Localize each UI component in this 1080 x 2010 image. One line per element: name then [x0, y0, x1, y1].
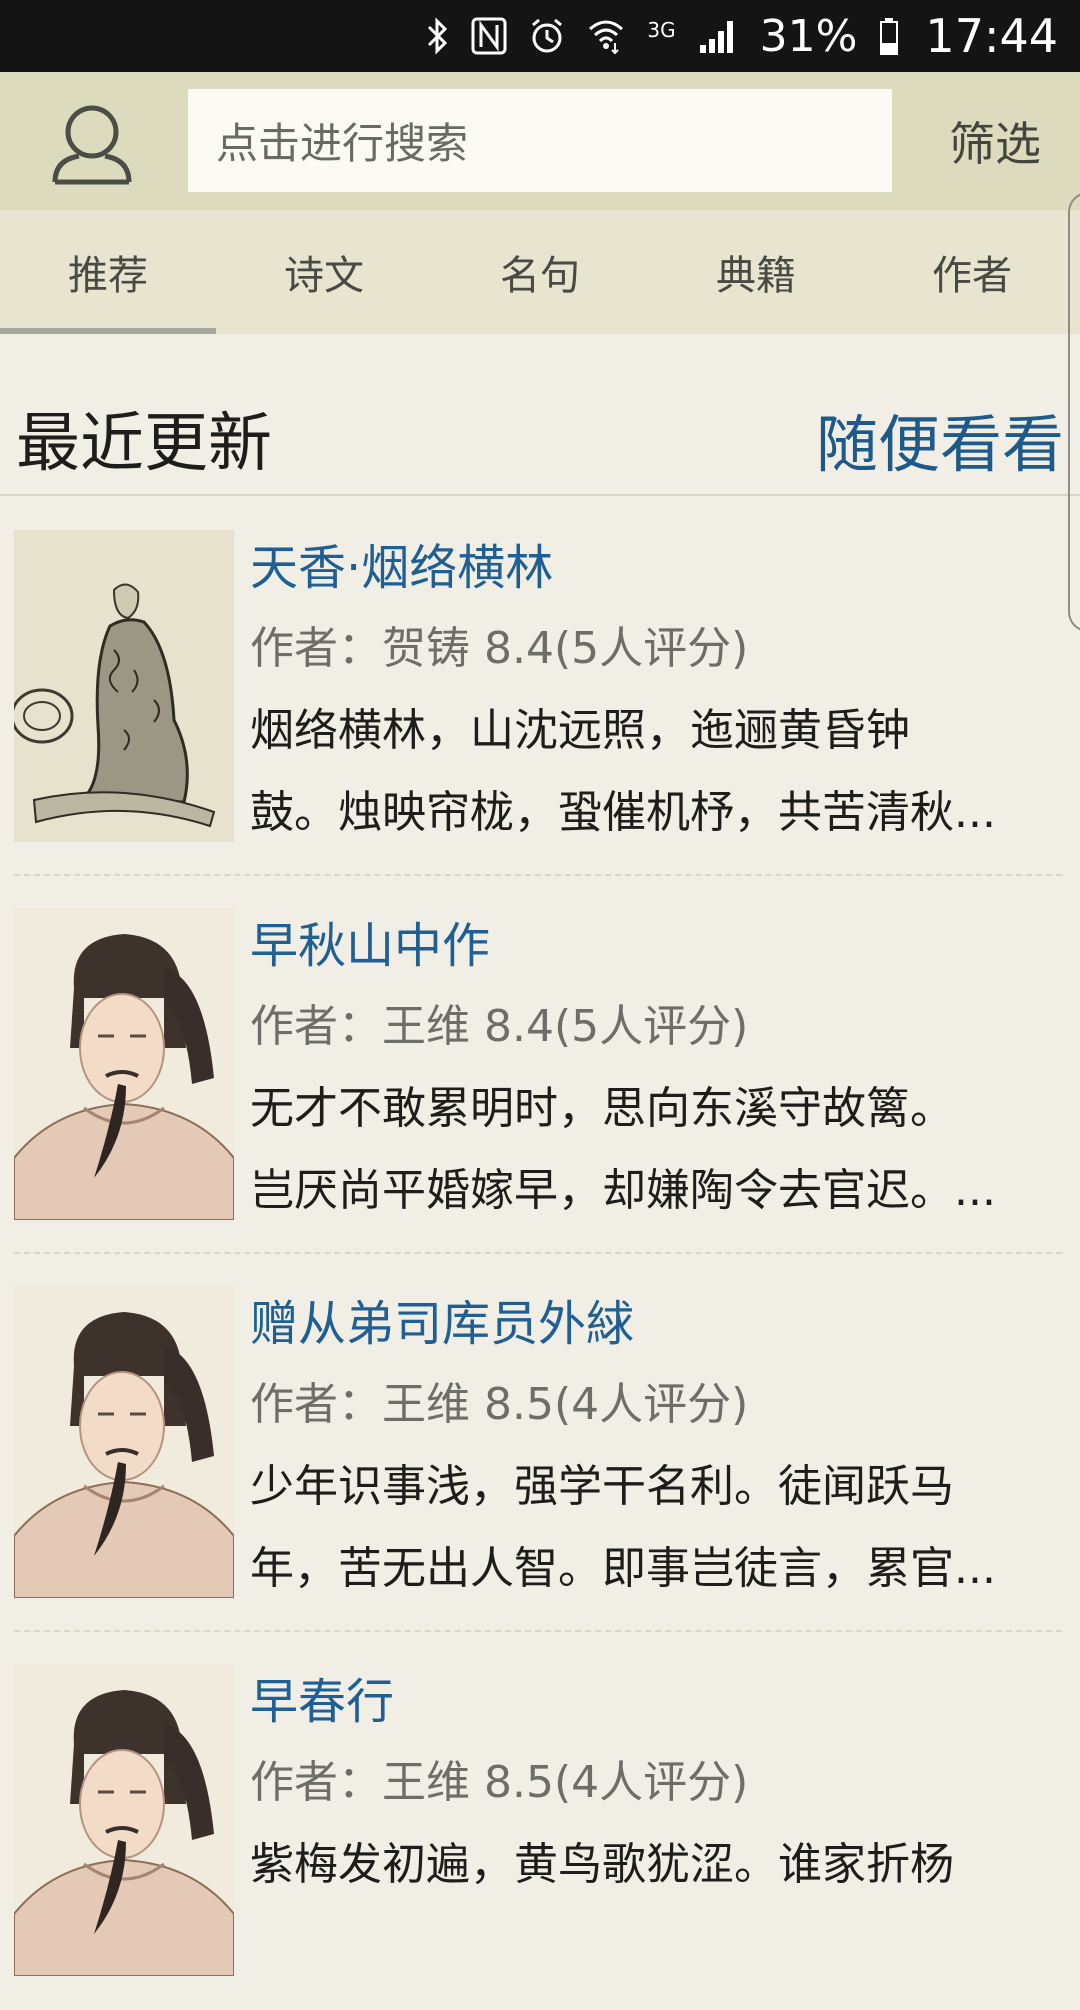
tab-poems[interactable]: 诗文: [216, 210, 432, 334]
search-placeholder: 点击进行搜索: [216, 119, 469, 168]
search-input[interactable]: 点击进行搜索: [188, 89, 892, 192]
poem-thumbnail: [14, 1664, 234, 1976]
list-item[interactable]: 赠从弟司库员外絿 作者：王维 8.5(4人评分) 少年识事浅，强学干名利。徒闻跃…: [0, 1254, 1080, 1632]
poem-thumbnail: [14, 1286, 234, 1598]
profile-button[interactable]: [40, 96, 144, 192]
poem-excerpt-line-1: 少年识事浅，强学干名利。徒闻跃马: [250, 1461, 954, 1512]
signal-icon: [698, 16, 738, 56]
poem-list: 天香·烟络横林 作者：贺铸 8.4(5人评分) 烟络横林，山沈远照，迤逦黄昏钟 …: [0, 498, 1080, 2010]
poem-title[interactable]: 早秋山中作: [250, 906, 490, 976]
network-type-label: 3G: [647, 18, 676, 42]
author-portrait-image: [14, 1286, 234, 1598]
sketch-figure-image: [14, 530, 234, 842]
alarm-icon: [529, 16, 565, 56]
author-portrait-image: [14, 1664, 234, 1976]
poem-excerpt-line-2: 鼓。烛映帘栊，蛩催机杼，共苦清秋...: [250, 787, 996, 838]
list-item[interactable]: 天香·烟络横林 作者：贺铸 8.4(5人评分) 烟络横林，山沈远照，迤逦黄昏钟 …: [0, 498, 1080, 876]
poem-author-rating: 作者：王维 8.5(4人评分): [250, 1379, 749, 1430]
poem-excerpt-line-1: 无才不敢累明时，思向东溪守故篱。: [250, 1083, 954, 1134]
wifi-icon: [587, 16, 625, 56]
clock: 17:44: [925, 9, 1058, 63]
poem-author-rating: 作者：王维 8.5(4人评分): [250, 1757, 749, 1808]
section-header: 最近更新 随便看看: [0, 334, 1080, 496]
tab-bar: 推荐 诗文 名句 典籍 作者: [0, 210, 1080, 334]
poem-excerpt-line-2: 岂厌尚平婚嫁早，却嫌陶令去官迟。...: [250, 1165, 996, 1216]
poem-thumbnail: [14, 908, 234, 1220]
author-portrait-image: [14, 908, 234, 1220]
list-item[interactable]: 早秋山中作 作者：王维 8.4(5人评分) 无才不敢累明时，思向东溪守故篱。 岂…: [0, 876, 1080, 1254]
network-type: 3G: [647, 16, 675, 56]
poem-title[interactable]: 早春行: [250, 1662, 394, 1732]
random-browse-link[interactable]: 随便看看: [816, 394, 1064, 484]
poem-excerpt-line-1: 紫梅发初遍，黄鸟歌犹涩。谁家折杨: [250, 1839, 954, 1890]
poem-author-rating: 作者：王维 8.4(5人评分): [250, 1001, 749, 1052]
tab-authors[interactable]: 作者: [864, 210, 1080, 334]
section-title: 最近更新: [16, 407, 272, 481]
app-header: 点击进行搜索 筛选: [0, 72, 1080, 210]
tab-classics[interactable]: 典籍: [648, 210, 864, 334]
filter-button[interactable]: 筛选: [910, 72, 1080, 210]
tab-famous-lines[interactable]: 名句: [432, 210, 648, 334]
poem-excerpt-line-2: 年，苦无出人智。即事岂徒言，累官...: [250, 1543, 996, 1594]
nfc-icon: [471, 16, 507, 56]
poem-excerpt-line-1: 烟络横林，山沈远照，迤逦黄昏钟: [250, 705, 910, 756]
poem-thumbnail: [14, 530, 234, 842]
poem-author-rating: 作者：贺铸 8.4(5人评分): [250, 623, 749, 674]
poem-title[interactable]: 赠从弟司库员外絿: [250, 1284, 634, 1354]
battery-percent: 31%: [759, 10, 858, 62]
user-icon: [52, 105, 132, 185]
battery-icon: [879, 16, 899, 56]
bluetooth-icon: [427, 16, 449, 56]
list-item[interactable]: 早春行 作者：王维 8.5(4人评分) 紫梅发初遍，黄鸟歌犹涩。谁家折杨: [0, 1632, 1080, 2010]
tab-recommended[interactable]: 推荐: [0, 210, 216, 334]
poem-title[interactable]: 天香·烟络横林: [250, 528, 553, 598]
status-bar: 3G 31% 17:44: [0, 0, 1080, 72]
